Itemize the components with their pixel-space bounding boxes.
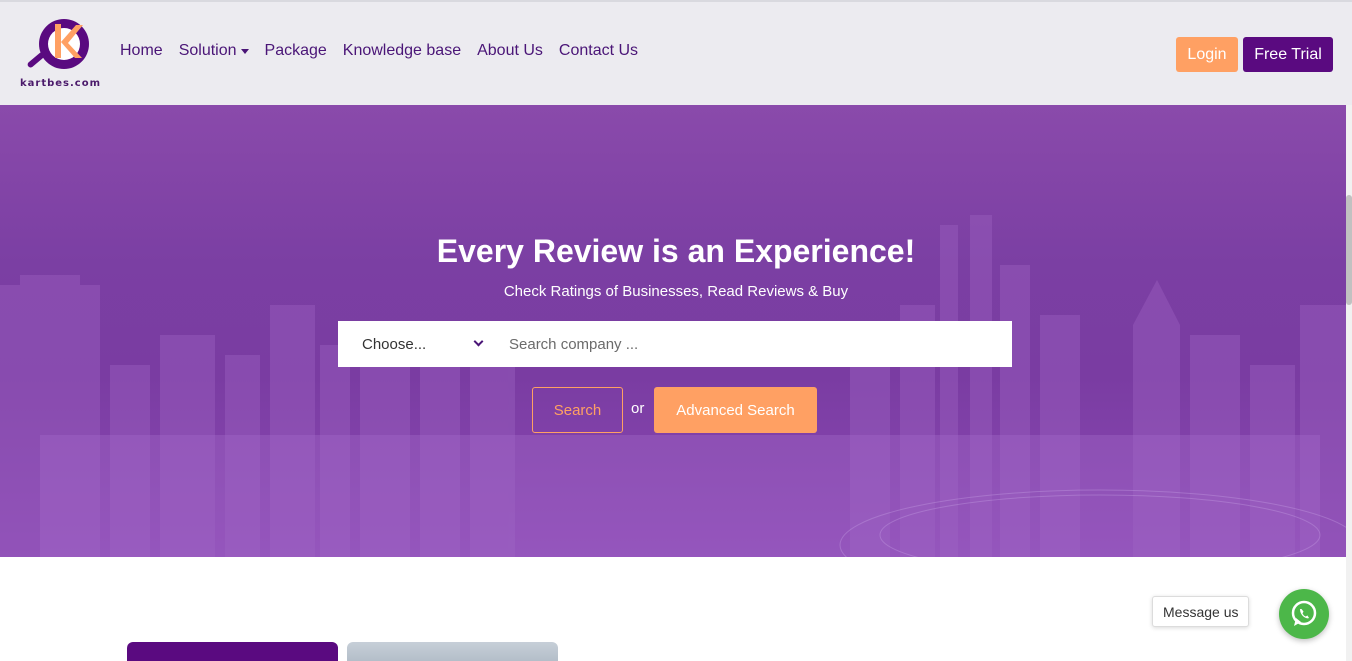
caret-down-icon [240,48,249,54]
nav-about-us[interactable]: About Us [477,42,543,60]
page: kartbes.com Home Solution Package Knowle… [0,0,1352,661]
nav-home[interactable]: Home [120,42,163,60]
navbar: kartbes.com Home Solution Package Knowle… [0,2,1352,105]
whatsapp-button[interactable] [1279,589,1329,639]
nav-knowledge-base[interactable]: Knowledge base [343,42,461,60]
hero-section: Every Review is an Experience! Check Rat… [0,105,1352,557]
scrollbar-thumb[interactable] [1346,195,1352,305]
nav-solution[interactable]: Solution [179,42,249,60]
message-us-label[interactable]: Message us [1152,596,1250,627]
hero-title: Every Review is an Experience! [436,233,916,269]
main-nav: Home Solution Package Knowledge base Abo… [120,42,654,60]
advanced-search-button[interactable]: Advanced Search [654,387,817,433]
logo-mark-icon [27,19,89,69]
chevron-down-icon [473,336,484,347]
feature-card-2[interactable] [347,642,558,661]
search-bar: Choose... [338,321,1012,367]
login-button[interactable]: Login [1176,37,1238,72]
category-select-value: Choose... [362,335,427,353]
feature-card-1[interactable] [127,642,338,661]
nav-solution-label: Solution [178,42,237,59]
scrollbar[interactable] [1346,105,1352,661]
nav-package[interactable]: Package [265,42,327,60]
brand-logo[interactable]: kartbes.com [18,16,102,94]
nav-contact-us[interactable]: Contact Us [559,42,638,60]
hero-subtitle: Check Ratings of Businesses, Read Review… [503,283,849,300]
category-select[interactable]: Choose... [338,321,498,367]
search-input[interactable] [498,321,1012,367]
free-trial-button[interactable]: Free Trial [1243,37,1333,72]
search-button[interactable]: Search [532,387,623,433]
whatsapp-icon [1291,600,1317,626]
logo-text: kartbes.com [20,78,102,89]
or-label: or [631,400,645,417]
